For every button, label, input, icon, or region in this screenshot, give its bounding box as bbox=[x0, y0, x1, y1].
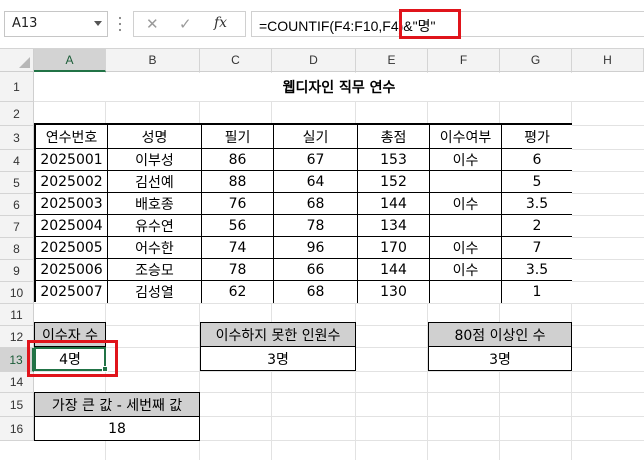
cell-highlight-box bbox=[27, 340, 118, 377]
table-cell[interactable]: 144 bbox=[358, 193, 430, 215]
table-cell[interactable]: 2025006 bbox=[36, 259, 108, 281]
table-cell[interactable]: 96 bbox=[274, 237, 358, 259]
table-cell[interactable]: 62 bbox=[202, 281, 274, 303]
table-header-cell[interactable]: 연수번호 bbox=[36, 125, 108, 149]
table-cell[interactable]: 5 bbox=[502, 171, 572, 193]
table-cell[interactable]: 68 bbox=[274, 281, 358, 303]
sheet-title[interactable]: 웹디자인 직무 연수 bbox=[34, 73, 644, 101]
table-cell[interactable]: 2025002 bbox=[36, 171, 108, 193]
row-header-5[interactable]: 5 bbox=[0, 172, 34, 194]
select-all-button[interactable] bbox=[0, 49, 34, 72]
name-box-text: A13 bbox=[12, 16, 38, 31]
row-header-7[interactable]: 7 bbox=[0, 216, 34, 238]
row-header-10[interactable]: 10 bbox=[0, 282, 34, 304]
table-cell[interactable]: 이부성 bbox=[108, 149, 202, 171]
non-completers-label[interactable]: 이수하지 못한 인원수 bbox=[200, 322, 356, 347]
row-header-1[interactable]: 1 bbox=[0, 72, 34, 102]
formula-bar: A13 ✕ ✓ fx =COUNTIF(F4:F10,F4)&"명" bbox=[0, 0, 644, 49]
table-cell[interactable]: 56 bbox=[202, 215, 274, 237]
table-cell[interactable]: 152 bbox=[358, 171, 430, 193]
table-cell[interactable]: 이수 bbox=[430, 149, 502, 171]
column-header-e[interactable]: E bbox=[356, 49, 428, 72]
row-header-11[interactable]: 11 bbox=[0, 304, 34, 326]
table-cell[interactable]: 이수 bbox=[430, 237, 502, 259]
table-header-cell[interactable]: 평가 bbox=[502, 125, 572, 149]
table-cell[interactable]: 2025004 bbox=[36, 215, 108, 237]
table-cell[interactable]: 64 bbox=[274, 171, 358, 193]
table-header-cell[interactable]: 이수여부 bbox=[430, 125, 502, 149]
table-cell[interactable]: 153 bbox=[358, 149, 430, 171]
table-cell[interactable]: 170 bbox=[358, 237, 430, 259]
table-cell[interactable]: 78 bbox=[202, 259, 274, 281]
table-cell[interactable]: 2025001 bbox=[36, 149, 108, 171]
table-header-cell[interactable]: 성명 bbox=[108, 125, 202, 149]
table-cell[interactable] bbox=[430, 281, 502, 303]
table-header-cell[interactable]: 필기 bbox=[202, 125, 274, 149]
chevron-down-icon[interactable] bbox=[94, 21, 102, 26]
column-header-f[interactable]: F bbox=[428, 49, 500, 72]
table-header-cell[interactable]: 총점 bbox=[358, 125, 430, 149]
table-cell[interactable] bbox=[430, 171, 502, 193]
table-cell[interactable]: 6 bbox=[502, 149, 572, 171]
table-cell[interactable]: 1 bbox=[502, 281, 572, 303]
table-cell[interactable]: 7 bbox=[502, 237, 572, 259]
column-header-c[interactable]: C bbox=[200, 49, 272, 72]
table-cell[interactable]: 67 bbox=[274, 149, 358, 171]
table-cell[interactable]: 66 bbox=[274, 259, 358, 281]
over80-label[interactable]: 80점 이상인 수 bbox=[428, 322, 572, 347]
data-table: 연수번호 성명 필기 실기 총점 이수여부 평가 2025001 이부성 86 67 1… bbox=[34, 123, 572, 303]
table-cell[interactable] bbox=[430, 215, 502, 237]
table-cell[interactable]: 어수한 bbox=[108, 237, 202, 259]
non-completers-value[interactable]: 3명 bbox=[200, 346, 356, 371]
table-cell[interactable]: 86 bbox=[202, 149, 274, 171]
row-header-15[interactable]: 15 bbox=[0, 393, 34, 417]
table-cell[interactable]: 134 bbox=[358, 215, 430, 237]
row-header-2[interactable]: 2 bbox=[0, 102, 34, 126]
column-header-g[interactable]: G bbox=[500, 49, 572, 72]
row-header-6[interactable]: 6 bbox=[0, 194, 34, 216]
table-cell[interactable]: 3.5 bbox=[502, 193, 572, 215]
table-cell[interactable]: 88 bbox=[202, 171, 274, 193]
table-cell[interactable]: 130 bbox=[358, 281, 430, 303]
table-cell[interactable]: 2025005 bbox=[36, 237, 108, 259]
column-header-b[interactable]: B bbox=[106, 49, 200, 72]
over80-value[interactable]: 3명 bbox=[428, 346, 572, 371]
cancel-icon[interactable]: ✕ bbox=[146, 15, 159, 33]
row-header-4[interactable]: 4 bbox=[0, 150, 34, 172]
table-cell[interactable]: 2 bbox=[502, 215, 572, 237]
row-header-8[interactable]: 8 bbox=[0, 238, 34, 260]
drag-handle-icon[interactable] bbox=[119, 15, 121, 33]
check-icon[interactable]: ✓ bbox=[179, 15, 192, 33]
row-header-9[interactable]: 9 bbox=[0, 260, 34, 282]
table-cell[interactable]: 3.5 bbox=[502, 259, 572, 281]
table-cell[interactable]: 이수 bbox=[430, 193, 502, 215]
table-cell[interactable]: 2025007 bbox=[36, 281, 108, 303]
table-cell[interactable]: 78 bbox=[274, 215, 358, 237]
table-cell[interactable]: 68 bbox=[274, 193, 358, 215]
diff-value[interactable]: 18 bbox=[34, 416, 200, 441]
name-box[interactable]: A13 bbox=[4, 11, 108, 37]
table-cell[interactable]: 조승모 bbox=[108, 259, 202, 281]
formula-tools: ✕ ✓ fx bbox=[133, 11, 246, 37]
table-cell[interactable]: 74 bbox=[202, 237, 274, 259]
table-cell[interactable]: 2025003 bbox=[36, 193, 108, 215]
column-header-h[interactable]: H bbox=[572, 49, 644, 72]
table-cell[interactable]: 김성열 bbox=[108, 281, 202, 303]
diff-label[interactable]: 가장 큰 값 - 세번째 값 bbox=[34, 392, 200, 417]
table-header-cell[interactable]: 실기 bbox=[274, 125, 358, 149]
column-header-a[interactable]: A bbox=[34, 49, 106, 72]
table-cell[interactable]: 76 bbox=[202, 193, 274, 215]
table-cell[interactable]: 배호종 bbox=[108, 193, 202, 215]
table-cell[interactable]: 144 bbox=[358, 259, 430, 281]
column-header-d[interactable]: D bbox=[272, 49, 356, 72]
formula-highlight-box bbox=[399, 9, 461, 39]
table-cell[interactable]: 유수연 bbox=[108, 215, 202, 237]
table-cell[interactable]: 이수 bbox=[430, 259, 502, 281]
select-all-icon bbox=[19, 57, 30, 68]
row-header-16[interactable]: 16 bbox=[0, 417, 34, 441]
table-cell[interactable]: 김선예 bbox=[108, 171, 202, 193]
row-header-3[interactable]: 3 bbox=[0, 126, 34, 150]
insert-function-icon[interactable]: fx bbox=[214, 15, 227, 31]
